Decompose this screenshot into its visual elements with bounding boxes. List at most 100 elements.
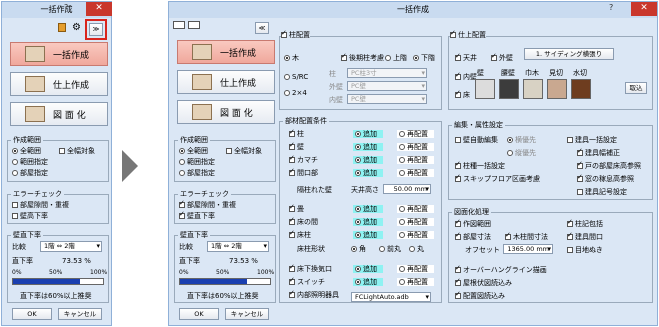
radio-room-large[interactable]: 部屋指定 [179,169,215,177]
radio-scope[interactable]: 範囲指定 [12,158,48,166]
collapse-button[interactable]: ≪ [255,22,269,34]
check-layout[interactable]: 配置図読込み [455,290,505,300]
siding-button[interactable]: 1. サイディング横張り [524,48,614,60]
radio-add[interactable]: 追加 [353,278,383,286]
check-mark[interactable]: 建具記号設定 [577,188,627,196]
check-rows3-0[interactable]: 床下換気口 [289,263,332,273]
radio-add[interactable]: 追加 [353,169,383,177]
check-rows2-1[interactable]: 床の間 [289,216,318,226]
radio-square[interactable]: 角 [351,245,366,253]
radio-add[interactable]: 追加 [353,205,383,213]
pick-button[interactable]: 取込 [625,82,647,94]
radio-replace[interactable]: 再配置 [397,205,434,213]
radio-scope-large[interactable]: 範囲指定 [179,158,215,166]
check-skip[interactable]: スキップフロア区画考慮 [455,173,540,183]
radio-replace[interactable]: 再配置 [397,218,434,226]
finish-create-button-large[interactable]: 仕上作成 [177,70,275,94]
radio-replace[interactable]: 再配置 [397,278,434,286]
check-door-ref[interactable]: 戸の部屋床高参照 [577,160,641,170]
compare-select-large[interactable]: 1階 ⇔ 2階 [207,241,269,252]
gear-icon[interactable]: ⚙ [72,22,81,33]
close-button-large[interactable]: ✕ [631,2,657,16]
outer-select[interactable]: PC壁 [347,81,427,91]
compare-select[interactable]: 1階 ⇔ 2階 [40,241,102,252]
radio-full[interactable]: 丸 [409,245,424,253]
ceil-input[interactable]: 50.00 mm [383,184,431,194]
check-fit-pack[interactable]: 建具間口 [567,231,603,241]
check-rows3-2[interactable]: 内部照明器具 [289,289,339,299]
check-overhang[interactable]: オーバーハングライン描画 [455,264,547,274]
toolbar-icon-1[interactable] [173,21,185,29]
radio-2x4[interactable]: 2×4 [284,89,307,97]
drawing-button-large[interactable]: 図 面 化 [177,100,275,124]
help-icon[interactable]: ? [64,3,68,12]
check-rows-1[interactable]: 壁 [289,141,304,151]
toolbar-icon-2[interactable] [188,21,200,29]
help-icon-large[interactable]: ? [609,3,613,12]
check-outer[interactable]: 外壁 [491,52,513,62]
mat-swatch[interactable] [547,79,567,99]
check-rows-2[interactable]: カマチ [289,154,318,164]
mat-swatch[interactable] [475,79,495,99]
ok-button-large[interactable]: OK [179,308,219,320]
check-bottom[interactable]: 目地ぬき [567,246,603,254]
mat-swatch[interactable] [499,79,519,99]
radio-add[interactable]: 追加 [353,218,383,226]
radio-replace[interactable]: 再配置 [397,265,434,273]
check-pillar-type[interactable]: 柱種一括設定 [455,160,505,170]
check-window-ref[interactable]: 窓の稼息高参照 [577,173,634,183]
check-rows2-2[interactable]: 床柱 [289,229,311,239]
radio-wood[interactable]: 木 [284,54,299,62]
check-roof[interactable]: 屋根伏図読込み [455,277,512,287]
check-fit-width[interactable]: 建具幅補正 [577,147,620,157]
bulk-create-button[interactable]: 一括作成 [10,42,108,66]
drawing-button[interactable]: 図 面 化 [10,102,108,126]
radio-all[interactable]: 全範囲 [12,147,41,155]
inner-select[interactable]: PC壁 [347,94,427,104]
radio-src[interactable]: S/RC [284,73,308,81]
check-inwall[interactable]: 内壁 [455,71,477,81]
check-all-target-large[interactable]: 全幅対象 [226,147,262,155]
radio-add[interactable]: 追加 [353,130,383,138]
check-floor-large[interactable]: 壁直下率 [179,210,215,220]
check-all-target[interactable]: 全幅対象 [59,147,95,155]
radio-add[interactable]: 追加 [353,143,383,151]
radio-replace[interactable]: 再配置 [397,169,434,177]
check-rows-3[interactable]: 間口部 [289,167,318,177]
finish-create-button[interactable]: 仕上作成 [10,72,108,96]
radio-add[interactable]: 追加 [353,265,383,273]
radio-vertical[interactable]: 縦優先 [507,149,536,157]
check-pil-pack[interactable]: 柱記包括 [567,218,603,228]
check-rows3-1[interactable]: スイッチ [289,276,325,286]
ok-button[interactable]: OK [12,308,52,320]
finish-title[interactable]: 仕上配置 [450,29,486,39]
check-later-pillar[interactable]: 後期柱考慮 [341,52,384,62]
lock-icon[interactable] [58,23,66,32]
expand-button[interactable]: ≫ [89,23,103,36]
check-floor-finish[interactable]: 床 [455,89,470,99]
radio-horizontal[interactable]: 横優先 [507,136,536,144]
check-wdim[interactable]: 部屋寸法 [455,231,491,241]
offset-input[interactable]: 1365.00 mm [503,244,553,254]
cancel-button-large[interactable]: キャンセル [225,308,269,320]
check-gap-large[interactable]: 部屋隙間・重複 [179,199,236,209]
check-fitting[interactable]: 建具一括設定 [567,136,617,144]
check-ceiling[interactable]: 天井 [455,52,477,62]
radio-add[interactable]: 追加 [353,156,383,164]
radio-replace[interactable]: 再配置 [397,143,434,151]
check-floor[interactable]: 壁高下率 [12,212,48,220]
light-select[interactable]: FCLightAuto.adb [351,292,431,302]
radio-room[interactable]: 部屋指定 [12,169,48,177]
radio-replace[interactable]: 再配置 [397,130,434,138]
radio-replace[interactable]: 再配置 [397,231,434,239]
col-select[interactable]: PC柱3寸 [347,68,427,78]
check-rows2-0[interactable]: 畳 [289,203,304,213]
radio-add[interactable]: 追加 [353,231,383,239]
cancel-button[interactable]: キャンセル [58,308,102,320]
radio-semi[interactable]: 前丸 [379,245,401,253]
pillar-title[interactable]: 柱配置 [281,29,310,39]
check-col-dim[interactable]: 木柱間寸法 [505,231,548,241]
radio-lower[interactable]: 下階 [413,54,435,62]
mat-swatch[interactable] [523,79,543,99]
check-rows-0[interactable]: 柱 [289,128,304,138]
